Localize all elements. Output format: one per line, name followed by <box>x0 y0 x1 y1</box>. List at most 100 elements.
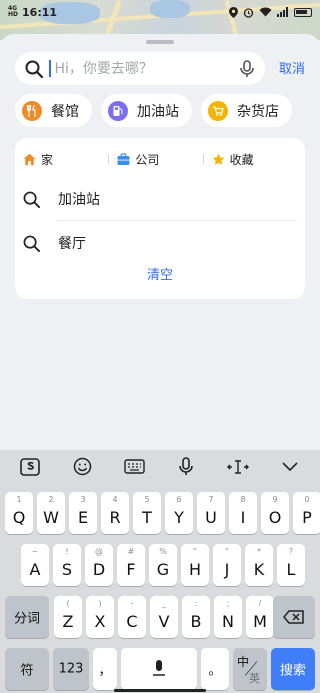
key-label: F <box>126 560 136 579</box>
history-item[interactable]: 加油站 <box>23 178 297 220</box>
key-secondary-label: 0 <box>304 495 310 504</box>
key-s[interactable]: ! S <box>53 544 81 586</box>
key-secondary-label: 1 <box>16 495 22 504</box>
key-secondary-label: 2 <box>48 495 54 504</box>
language-toggle-key[interactable]: 中英 <box>233 648 267 690</box>
key-label: D <box>92 560 106 579</box>
key-secondary-label: 7 <box>208 495 214 504</box>
quick-label: 公司 <box>135 152 160 167</box>
key-p[interactable]: 0P <box>293 492 320 534</box>
key-label: 123 <box>58 661 84 677</box>
quick-favorites[interactable]: 收藏 <box>212 151 297 168</box>
key-secondary-label: * <box>257 547 261 556</box>
period-key[interactable]: 。 <box>201 648 229 690</box>
key-i[interactable]: 8I <box>229 492 257 534</box>
key-o[interactable]: 9O <box>261 492 289 534</box>
key-w[interactable]: 2W <box>37 492 65 534</box>
cursor-move-icon[interactable] <box>227 457 249 477</box>
key-secondary-label: 3 <box>80 495 86 504</box>
key-y[interactable]: 6Y <box>165 492 193 534</box>
key-secondary-label: : <box>194 599 198 608</box>
comma-key[interactable]: ， <box>93 648 117 690</box>
drag-handle[interactable] <box>146 40 174 44</box>
quick-home[interactable]: 家 <box>23 151 108 168</box>
key-label: C <box>126 612 138 631</box>
key-secondary-label: ( <box>66 599 70 608</box>
key-r[interactable]: 4R <box>101 492 129 534</box>
chip-gas-station[interactable]: 加油站 <box>101 94 192 127</box>
backspace-icon <box>283 610 304 624</box>
collapse-keyboard-icon[interactable] <box>279 457 301 477</box>
keyboard-icon[interactable] <box>123 457 145 477</box>
microphone-icon[interactable] <box>239 59 255 78</box>
backspace-key[interactable] <box>273 596 315 638</box>
chip-label: 杂货店 <box>237 103 279 120</box>
key-label: K <box>253 560 265 579</box>
key-b[interactable]: :B <box>182 596 210 638</box>
search-key[interactable]: 搜索 <box>271 648 315 690</box>
key-m[interactable]: / M <box>246 596 274 638</box>
key-u[interactable]: 7U <box>197 492 225 534</box>
key-v[interactable]: _ V <box>150 596 178 638</box>
key-label: Z <box>62 612 74 631</box>
cancel-button[interactable]: 取消 <box>272 58 312 77</box>
restaurant-icon <box>22 100 42 121</box>
key-k[interactable]: * K <box>245 544 273 586</box>
emoji-icon[interactable] <box>71 457 93 477</box>
key-secondary-label: ? <box>288 547 294 556</box>
search-input[interactable] <box>54 60 239 77</box>
keyboard: 1 Q 2 W 3 E 4 R 5 T 6 Y 7 U 8 I 9 O 0 P ~ A! S @ D # F% G “H” J * K? L 分词… <box>0 450 320 693</box>
history-label: 加油站 <box>58 192 100 208</box>
clear-history-button[interactable]: 清空 <box>15 264 305 283</box>
key-t[interactable]: 5T <box>133 492 161 534</box>
symbol-key[interactable]: 符 <box>5 648 49 690</box>
chip-restaurant[interactable]: 餐馆 <box>15 94 92 127</box>
clock: 16:11 <box>22 5 58 19</box>
key-secondary-label: @ <box>95 547 103 556</box>
key-j[interactable]: ” J <box>213 544 241 586</box>
quick-label: 家 <box>41 152 54 167</box>
key-d[interactable]: @ D <box>85 544 113 586</box>
key-x[interactable]: ) X <box>86 596 114 638</box>
key-label: S <box>61 560 73 579</box>
segment-key[interactable]: 分词 <box>5 596 49 638</box>
key-f[interactable]: # F <box>117 544 145 586</box>
key-z[interactable]: (Z <box>54 596 82 638</box>
key-label: I <box>240 508 246 527</box>
voice-input-icon[interactable] <box>175 457 197 477</box>
key-h[interactable]: “H <box>181 544 209 586</box>
key-label: B <box>190 612 202 631</box>
briefcase-icon <box>117 152 130 165</box>
key-n[interactable]: ; N <box>214 596 242 638</box>
key-e[interactable]: 3E <box>69 492 97 534</box>
home-icon <box>23 153 36 165</box>
key-label: 符 <box>20 663 34 679</box>
key-secondary-label: 8 <box>240 495 246 504</box>
space-mic-icon <box>153 660 165 676</box>
wifi-icon <box>259 7 272 17</box>
search-icon <box>23 235 40 252</box>
search-bar[interactable] <box>15 52 265 85</box>
battery-icon <box>294 7 312 17</box>
search-icon <box>25 60 43 78</box>
key-label: E <box>77 508 89 527</box>
key-label: A <box>29 560 41 579</box>
divider <box>202 153 204 165</box>
history-item[interactable]: 餐厅 <box>23 222 297 264</box>
key-secondary-label: 英 <box>249 672 260 685</box>
space-key[interactable] <box>121 648 197 690</box>
key-label: N <box>222 612 234 631</box>
sogou-logo-icon[interactable] <box>19 457 41 477</box>
key-label: X <box>94 612 106 631</box>
key-g[interactable]: % G <box>149 544 177 586</box>
key-l[interactable]: ? L <box>277 544 305 586</box>
key-q[interactable]: 1Q <box>5 492 33 534</box>
quick-work[interactable]: 公司 <box>117 151 202 168</box>
key-secondary-label: # <box>127 547 135 556</box>
chip-grocery[interactable]: 杂货店 <box>201 94 292 127</box>
number-key[interactable]: 123 <box>53 648 89 690</box>
history-label: 餐厅 <box>58 236 86 252</box>
key-a[interactable]: ~ A <box>21 544 49 586</box>
home-indicator[interactable] <box>114 689 206 692</box>
key-c[interactable]: -C <box>118 596 146 638</box>
